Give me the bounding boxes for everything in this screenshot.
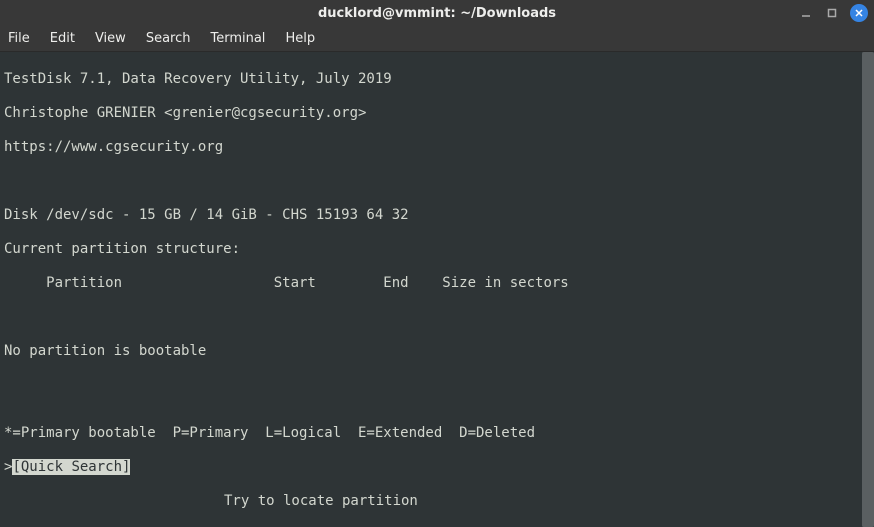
window-title: ducklord@vmmint: ~/Downloads [318, 6, 556, 21]
minimize-icon [801, 8, 811, 18]
terminal-line: TestDisk 7.1, Data Recovery Utility, Jul… [4, 71, 870, 88]
window-controls [798, 4, 868, 22]
menu-view[interactable]: View [95, 31, 126, 46]
menubar: File Edit View Search Terminal Help [0, 26, 874, 52]
terminal-line: No partition is bootable [4, 343, 870, 360]
close-icon [854, 8, 864, 18]
partition-legend: *=Primary bootable P=Primary L=Logical E… [4, 425, 858, 442]
menu-search[interactable]: Search [146, 31, 191, 46]
minimize-button[interactable] [798, 5, 814, 21]
terminal-output[interactable]: TestDisk 7.1, Data Recovery Utility, Jul… [0, 52, 874, 527]
terminal-line [4, 309, 870, 326]
close-button[interactable] [850, 4, 868, 22]
menu-file[interactable]: File [8, 31, 30, 46]
maximize-button[interactable] [824, 5, 840, 21]
window-titlebar: ducklord@vmmint: ~/Downloads [0, 0, 874, 26]
quick-search-option[interactable]: [Quick Search] [12, 459, 130, 475]
scrollbar[interactable] [862, 52, 874, 527]
menu-hint: Try to locate partition [4, 493, 858, 510]
terminal-line [4, 173, 870, 190]
scrollbar-thumb[interactable] [862, 52, 874, 527]
terminal-line: Christophe GRENIER <grenier@cgsecurity.o… [4, 105, 870, 122]
menu-terminal[interactable]: Terminal [210, 31, 265, 46]
terminal-line: https://www.cgsecurity.org [4, 139, 870, 156]
maximize-icon [827, 8, 837, 18]
terminal-line: Partition Start End Size in sectors [4, 275, 870, 292]
menu-selection-line: >[Quick Search] [4, 459, 858, 476]
terminal-line: Current partition structure: [4, 241, 870, 258]
menu-edit[interactable]: Edit [50, 31, 75, 46]
menu-help[interactable]: Help [285, 31, 315, 46]
terminal-line: Disk /dev/sdc - 15 GB / 14 GiB - CHS 151… [4, 207, 870, 224]
